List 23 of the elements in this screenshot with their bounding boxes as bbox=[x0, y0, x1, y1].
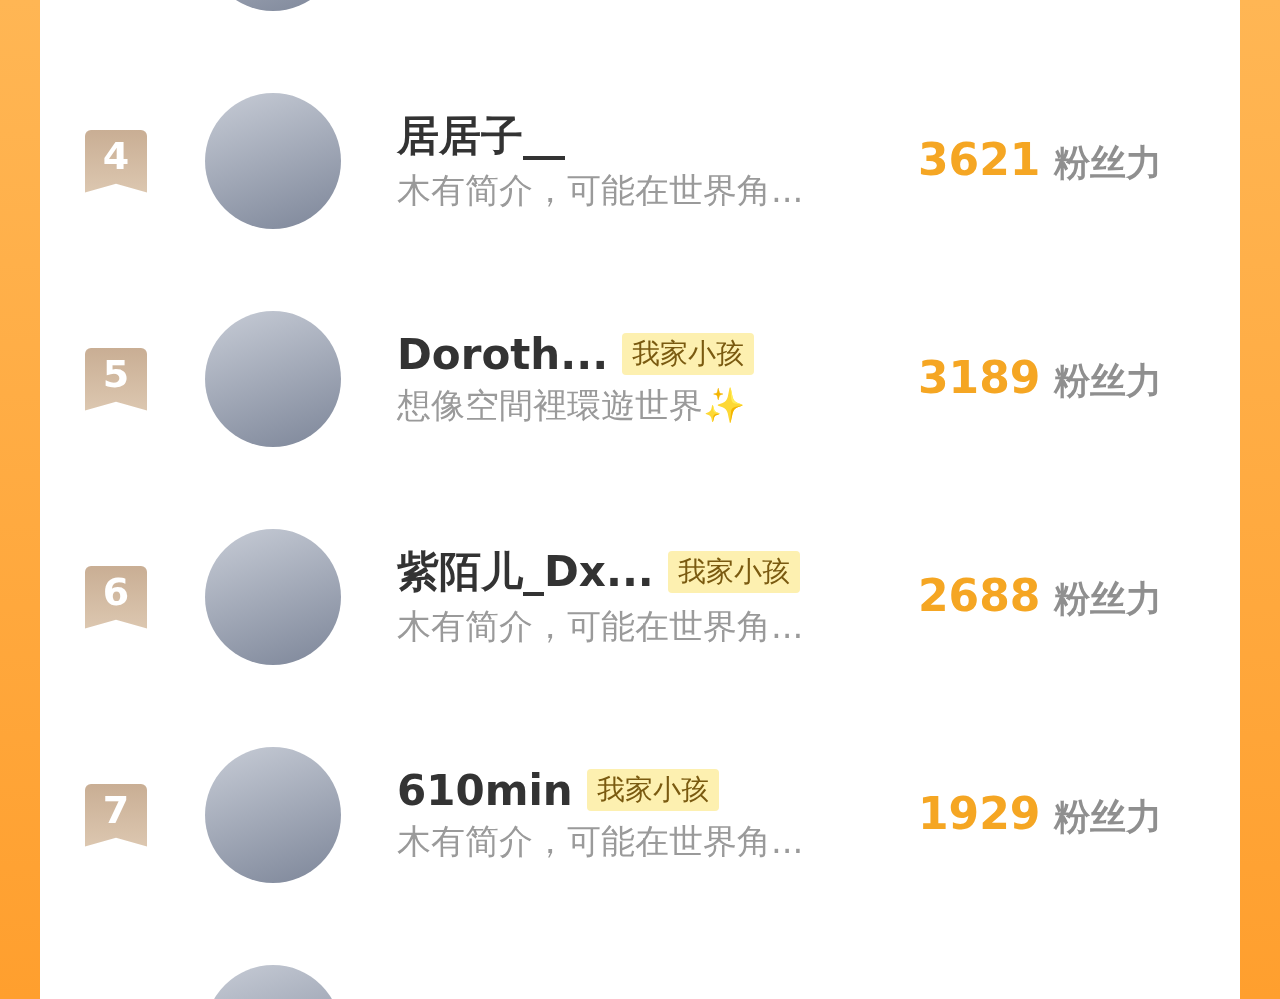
user-name[interactable]: 紫陌儿_Dx... bbox=[397, 544, 654, 600]
fan-score: 3189 bbox=[918, 352, 1041, 403]
tag-badge: 我家小孩 bbox=[667, 551, 800, 593]
user-bio: 木有简介，可能在世界角... bbox=[397, 605, 805, 648]
user-name[interactable]: 610min bbox=[397, 765, 573, 815]
tag-badge: 我家小孩 bbox=[586, 769, 719, 811]
user-name[interactable]: 居居子__ bbox=[397, 108, 565, 164]
rank-ribbon: 4 bbox=[85, 129, 147, 193]
score-unit: 粉丝力 bbox=[1054, 577, 1163, 621]
fan-score: 2688 bbox=[918, 570, 1041, 621]
rank-ribbon: 6 bbox=[85, 565, 147, 629]
user-bio: 木有简介，可能在世界角... bbox=[397, 819, 805, 863]
user-bio: 想像空間裡環遊世界✨ bbox=[397, 383, 746, 427]
fan-score: 1929 bbox=[918, 788, 1041, 839]
rank-ribbon: 5 bbox=[85, 347, 147, 411]
rank-ribbon: 7 bbox=[85, 783, 147, 847]
fan-score: 3621 bbox=[918, 134, 1041, 185]
tag-badge: 我家小孩 bbox=[622, 333, 755, 375]
score-unit: 粉丝力 bbox=[1054, 795, 1163, 839]
user-bio: 木有简介，可能在世界角... bbox=[397, 169, 805, 212]
user-name[interactable]: Doroth... bbox=[397, 329, 609, 379]
score-unit: 粉丝力 bbox=[1054, 359, 1163, 403]
score-unit: 粉丝力 bbox=[1054, 141, 1163, 185]
